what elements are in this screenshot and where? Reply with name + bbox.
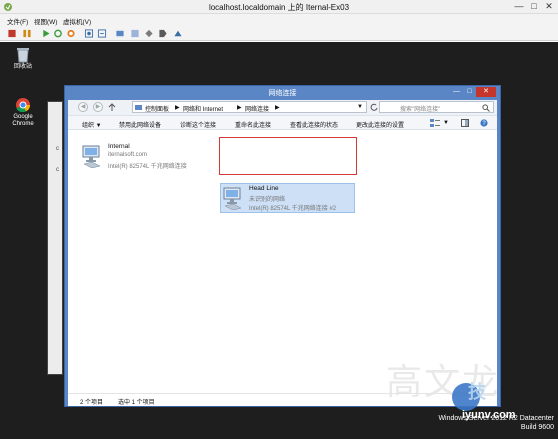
- selected-count: 选中 1 个项目: [118, 400, 155, 406]
- view-options-icon[interactable]: [430, 119, 440, 127]
- diagnose-button[interactable]: 诊断这个连接: [180, 120, 216, 129]
- network-folder-icon: [135, 105, 142, 110]
- reset-icon[interactable]: [53, 29, 63, 38]
- breadcrumb-separator: ▶: [237, 105, 242, 111]
- watermark-site: iyunv.com: [462, 409, 516, 421]
- connection-name: Head Line: [249, 185, 279, 192]
- command-bar: 组织 ▼ 禁用此网络设备 诊断这个连接 重命名此连接 查看此连接的状态 更改此连…: [68, 115, 497, 130]
- connection-name: Internal: [108, 143, 130, 150]
- connection-item-internal[interactable]: Internal iternalsoft.com Intel(R) 82574L…: [80, 142, 195, 172]
- minimize-button[interactable]: —: [512, 0, 526, 13]
- minimize-button[interactable]: —: [450, 87, 463, 97]
- explorer-titlebar: 网络连接 — □ ✕: [65, 86, 500, 99]
- view-status-button[interactable]: 查看此连接的状态: [290, 120, 338, 129]
- desktop-icon-chrome[interactable]: Google Chrome: [3, 97, 43, 128]
- revert-icon[interactable]: [97, 29, 107, 38]
- menu-view[interactable]: 视图(W): [34, 16, 57, 26]
- desktop-icon-label: Google Chrome: [12, 114, 34, 127]
- disable-device-button[interactable]: 禁用此网络设备: [119, 120, 161, 129]
- connection-item-head-line[interactable]: Head Line 未识别的网络 Intel(R) 82574L 千兆网络连接 …: [220, 183, 355, 213]
- bg-window-text: c: [56, 146, 59, 152]
- address-box[interactable]: 控制面板 ▶ 网络和 Internet ▶ 网络连接 ▶ ▼: [132, 101, 367, 113]
- desktop-icon-label: 回收站: [13, 64, 32, 70]
- search-input[interactable]: 搜索"网络连接": [379, 101, 494, 113]
- host-menubar: 文件(F) 视图(W) 虚拟机(V): [0, 14, 558, 26]
- console-icon[interactable]: [115, 29, 125, 38]
- close-button[interactable]: ✕: [542, 0, 556, 13]
- view-dropdown-icon[interactable]: ▼: [443, 120, 449, 126]
- host-titlebar: localhost.localdomain 上的 Iternal-Ex03 — …: [0, 0, 558, 14]
- network-adapter-icon: [223, 187, 242, 210]
- help-icon[interactable]: ?: [480, 119, 488, 127]
- settings-icon[interactable]: [130, 29, 140, 38]
- item-count: 2 个项目: [80, 400, 104, 406]
- breadcrumb-separator: ▶: [175, 105, 180, 111]
- back-button[interactable]: ◀: [78, 102, 88, 112]
- highlight-annotation: [219, 137, 357, 175]
- os-build: Build 9600: [520, 424, 554, 431]
- breadcrumb-control-panel[interactable]: 控制面板: [145, 104, 169, 113]
- explorer-window-controls: — □ ✕: [450, 87, 496, 97]
- preview-pane-icon[interactable]: [461, 119, 469, 127]
- pause-icon[interactable]: [22, 29, 32, 38]
- connection-adapter: Intel(R) 82574L 千兆网络连接: [108, 164, 187, 170]
- connection-network: iternalsoft.com: [108, 152, 148, 158]
- breadcrumb-network-connections[interactable]: 网络连接: [245, 104, 269, 113]
- rename-button[interactable]: 重命名此连接: [235, 120, 271, 129]
- host-window-title: localhost.localdomain 上的 Iternal-Ex03: [208, 3, 350, 12]
- forward-button[interactable]: ▶: [93, 102, 103, 112]
- bg-window-text: c: [56, 167, 59, 173]
- recycle-bin-icon: [17, 48, 29, 63]
- explorer-title: 网络连接: [268, 90, 297, 97]
- maximize-button[interactable]: □: [527, 0, 541, 13]
- tag-icon[interactable]: [158, 29, 168, 38]
- snapshot-icon[interactable]: [84, 29, 94, 38]
- maximize-button[interactable]: □: [463, 87, 476, 97]
- menu-file[interactable]: 文件(F): [7, 16, 28, 26]
- up-icon[interactable]: [108, 103, 116, 112]
- breadcrumb-network-internet[interactable]: 网络和 Internet: [183, 104, 223, 113]
- desktop-icon-recycle-bin[interactable]: 回收站: [3, 47, 43, 71]
- address-bar: ◀ ▶ 控制面板 ▶ 网络和 Internet ▶ 网络连接 ▶ ▼ 搜索"网络…: [68, 100, 497, 115]
- send-keys-icon[interactable]: [144, 29, 154, 38]
- chrome-icon: [16, 98, 30, 113]
- background-window-edge: c c: [47, 101, 63, 375]
- power-icon[interactable]: [66, 29, 76, 38]
- address-dropdown-icon[interactable]: ▼: [357, 104, 363, 110]
- connection-adapter: Intel(R) 82574L 千兆网络连接 #2: [249, 206, 337, 212]
- connection-network: 未识别的网络: [249, 197, 286, 203]
- play-icon[interactable]: [41, 29, 51, 38]
- host-toolbar: [0, 26, 558, 41]
- breadcrumb-separator: ▶: [275, 105, 280, 111]
- refresh-icon[interactable]: [370, 103, 378, 111]
- connect-device-icon[interactable]: [173, 29, 183, 38]
- organize-menu[interactable]: 组织 ▼: [82, 120, 102, 129]
- stop-icon[interactable]: [7, 29, 17, 38]
- change-settings-button[interactable]: 更改此连接的设置: [356, 120, 404, 129]
- menu-vm[interactable]: 虚拟机(V): [63, 16, 91, 26]
- watermark-logo-text: 技: [468, 382, 486, 402]
- network-adapter-icon: [82, 145, 101, 168]
- search-placeholder: 搜索"网络连接": [400, 107, 441, 113]
- close-button[interactable]: ✕: [476, 87, 496, 97]
- search-icon: [482, 104, 490, 112]
